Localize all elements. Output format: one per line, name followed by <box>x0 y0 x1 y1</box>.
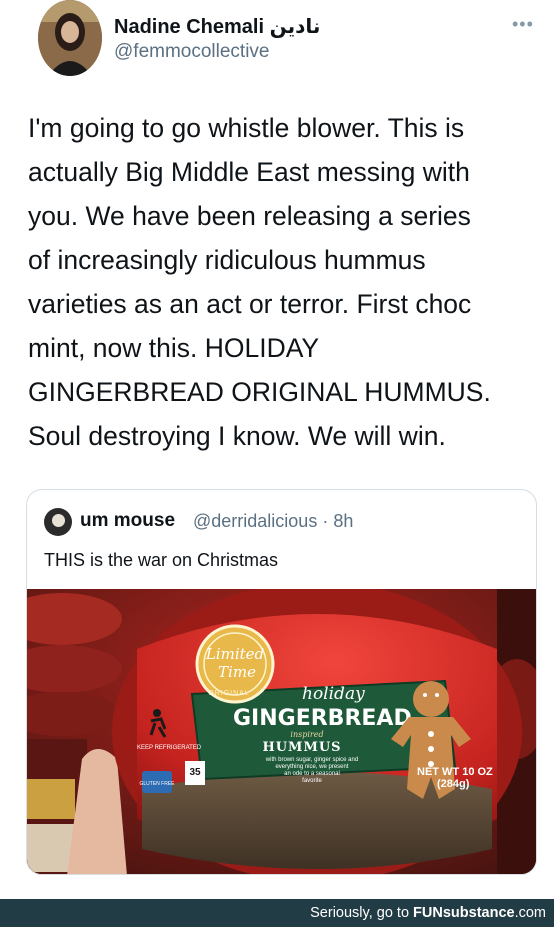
quoted-tweet-image[interactable]: Limited Time ORIGINAL holiday GINGERBREA… <box>27 589 536 874</box>
label-desc-line: everything nice, we present <box>275 764 348 770</box>
label-desc-line: with brown sugar, ginger spice and <box>265 757 358 763</box>
quoted-author-avatar[interactable] <box>44 508 72 536</box>
net-weight-grams-text: (284g) <box>437 778 470 790</box>
watermark-suffix: .com <box>514 905 546 921</box>
label-desc-line: favorite <box>302 778 322 784</box>
badge-time-text: Time <box>218 663 256 681</box>
net-weight-text: NET WT 10 OZ <box>417 766 493 778</box>
keep-refrigerated-text: KEEP REFRIGERATED <box>137 745 202 751</box>
author-avatar-image <box>38 0 102 76</box>
tweet-body-line: you. We have been releasing a series <box>28 201 471 231</box>
gluten-free-badge-text: GLUTEN FREE <box>139 781 175 787</box>
label-holiday-text: holiday <box>302 684 365 704</box>
watermark-footer: Seriously, go to FUNsubstance.com <box>0 899 554 927</box>
label-hummus-text: HUMMUS <box>262 740 341 755</box>
quoted-tweet-card[interactable]: um mouse @derridalicious · 8h THIS is th… <box>26 489 537 875</box>
watermark-text: Seriously, go to FUNsubstance.com <box>310 905 546 921</box>
tweet-body: I'm going to go whistle blower. This is … <box>28 106 543 458</box>
author-display-name[interactable]: Nadine Chemali نادين <box>114 14 320 39</box>
quoted-tweet-text: THIS is the war on Christmas <box>44 550 279 570</box>
tweet-body-line: GINGERBREAD ORIGINAL HUMMUS. <box>28 377 491 407</box>
label-inspired-text: inspired <box>290 730 323 739</box>
label-desc-line: an ode to a seasonal <box>284 771 340 777</box>
tweet-body-line: varieties as an act or terror. First cho… <box>28 289 472 319</box>
quoted-author-display-name[interactable]: um mouse <box>80 510 175 532</box>
tweet-body-line: actually Big Middle East messing with <box>28 157 470 187</box>
hummus-container-photo: Limited Time ORIGINAL holiday GINGERBREA… <box>27 589 536 874</box>
calories-badge-text: 35 <box>189 767 201 778</box>
quoted-author-handle-time[interactable]: @derridalicious · 8h <box>193 511 353 532</box>
badge-original-text: ORIGINAL <box>208 690 249 697</box>
tweet-body-line: of increasingly ridiculous hummus <box>28 245 426 275</box>
author-avatar[interactable] <box>38 0 102 76</box>
tweet-body-line: mint, now this. HOLIDAY <box>28 333 320 363</box>
author-handle[interactable]: @femmocollective <box>114 41 270 63</box>
tweet-header: Nadine Chemali نادين @femmocollective ••… <box>0 0 554 90</box>
tweet-body-line: I'm going to go whistle blower. This is <box>28 113 465 143</box>
tweet-body-line: Soul destroying I know. We will win. <box>28 421 446 451</box>
watermark-brand: FUNsubstance <box>413 905 515 921</box>
watermark-prefix: Seriously, go to <box>310 905 414 921</box>
label-gingerbread-text: GINGERBREAD <box>233 706 412 731</box>
more-horizontal-icon[interactable]: ••• <box>512 14 534 35</box>
badge-limited-text: Limited <box>205 645 264 663</box>
